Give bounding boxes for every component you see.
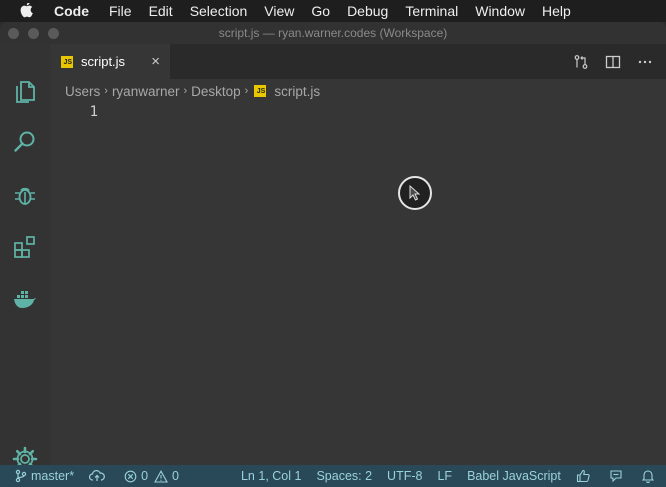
chevron-right-icon: › <box>104 85 108 97</box>
bell-icon[interactable] <box>641 469 658 483</box>
line-number: 1 <box>89 104 98 120</box>
menu-edit[interactable]: Edit <box>149 3 173 19</box>
menu-view[interactable]: View <box>264 3 294 19</box>
menu-help[interactable]: Help <box>542 3 571 19</box>
more-actions-icon[interactable] <box>636 53 654 71</box>
chevron-right-icon: › <box>183 85 188 97</box>
branch-name: master* <box>31 469 75 483</box>
menu-window[interactable]: Window <box>475 3 525 19</box>
encoding-status[interactable]: UTF-8 <box>387 469 422 483</box>
zoom-window-button[interactable] <box>48 28 59 39</box>
eol-status[interactable]: LF <box>437 469 452 483</box>
editor-area: JS script.js × <box>50 44 666 465</box>
open-changes-icon[interactable] <box>572 53 590 71</box>
chevron-right-icon: › <box>244 85 249 97</box>
breadcrumb-item-users[interactable]: Users <box>65 84 100 99</box>
menu-terminal[interactable]: Terminal <box>405 3 458 19</box>
macos-menubar: Code File Edit Selection View Go Debug T… <box>0 0 666 22</box>
files-icon[interactable] <box>12 79 38 105</box>
menu-selection[interactable]: Selection <box>190 3 248 19</box>
window-title: script.js — ryan.warner.codes (Workspace… <box>218 26 448 40</box>
split-editor-icon[interactable] <box>604 53 622 71</box>
vscode-window: script.js — ryan.warner.codes (Workspace… <box>0 22 666 487</box>
search-icon[interactable] <box>12 129 38 155</box>
tab-label: script.js <box>81 54 126 69</box>
apple-icon[interactable] <box>20 3 34 19</box>
menu-file[interactable]: File <box>109 3 132 19</box>
sync-icon[interactable] <box>89 470 109 482</box>
cursor-position[interactable]: Ln 1, Col 1 <box>241 469 301 483</box>
thumbs-up-icon[interactable] <box>576 469 594 483</box>
javascript-file-icon: JS <box>61 55 73 68</box>
menu-debug[interactable]: Debug <box>347 3 388 19</box>
feedback-icon[interactable] <box>609 469 627 483</box>
branch-status[interactable]: master* <box>15 469 74 483</box>
close-tab-icon[interactable]: × <box>151 53 160 70</box>
window-controls <box>8 28 68 39</box>
breadcrumb-item-script-js[interactable]: script.js <box>274 84 320 99</box>
title-bar: script.js — ryan.warner.codes (Workspace… <box>0 22 666 44</box>
breadcrumb-item-ryanwarner[interactable]: ryanwarner <box>112 84 180 99</box>
activity-bar <box>0 44 50 472</box>
docker-icon[interactable] <box>12 286 38 312</box>
error-count: 0 <box>141 469 149 483</box>
menu-go[interactable]: Go <box>311 3 330 19</box>
javascript-file-icon: JS <box>254 85 267 97</box>
mouse-cursor-icon <box>398 176 432 210</box>
problems-status[interactable]: 0 0 <box>124 469 179 483</box>
breadcrumb: Users › ryanwarner › Desktop › JS script… <box>65 82 320 100</box>
menu-app-name[interactable]: Code <box>54 3 89 19</box>
language-mode[interactable]: Babel JavaScript <box>467 469 561 483</box>
editor-actions <box>558 53 654 71</box>
warning-count: 0 <box>172 469 179 483</box>
status-bar: master* 0 0 Ln 1, Col 1 Spaces: 2 UTF-8 … <box>0 465 666 487</box>
close-window-button[interactable] <box>8 28 19 39</box>
debug-icon[interactable] <box>12 182 38 208</box>
tab-bar: JS script.js × <box>50 44 666 79</box>
extensions-icon[interactable] <box>12 234 38 260</box>
minimize-window-button[interactable] <box>28 28 39 39</box>
indentation-status[interactable]: Spaces: 2 <box>316 469 372 483</box>
breadcrumb-item-desktop[interactable]: Desktop <box>191 84 241 99</box>
tab-script-js[interactable]: JS script.js × <box>50 44 170 79</box>
